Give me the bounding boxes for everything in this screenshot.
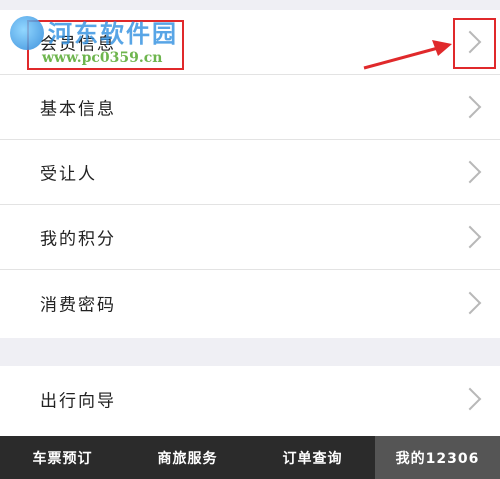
row-assignee[interactable]: 受让人 <box>0 140 500 205</box>
red-arrow-icon <box>363 40 452 70</box>
row-label: 消费密码 <box>40 295 116 315</box>
row-label: 受让人 <box>40 164 97 185</box>
settings-group-travel: 出行向导 <box>0 366 500 436</box>
tab-my-12306[interactable]: 我的12306 <box>375 436 500 479</box>
row-label: 出行向导 <box>40 391 116 411</box>
row-label: 基本信息 <box>40 99 116 120</box>
row-payment-password[interactable]: 消费密码 <box>0 270 500 335</box>
row-label: 我的积分 <box>40 229 116 250</box>
tab-business-travel[interactable]: 商旅服务 <box>125 436 250 479</box>
tab-order-query[interactable]: 订单查询 <box>250 436 375 479</box>
row-travel-guide[interactable]: 出行向导 <box>0 366 500 431</box>
bottom-tab-bar: 车票预订 商旅服务 订单查询 我的12306 <box>0 436 500 479</box>
chevron-right-icon[interactable] <box>458 291 482 314</box>
chevron-right-icon[interactable] <box>458 225 482 249</box>
chevron-right-icon[interactable] <box>458 160 482 184</box>
top-gap <box>0 0 500 10</box>
highlight-box-member-info <box>27 20 184 70</box>
chevron-right-icon[interactable] <box>458 95 482 119</box>
tab-ticket-booking[interactable]: 车票预订 <box>0 436 125 479</box>
chevron-right-icon[interactable] <box>458 387 482 410</box>
row-basic-info[interactable]: 基本信息 <box>0 75 500 140</box>
row-my-points[interactable]: 我的积分 <box>0 205 500 270</box>
